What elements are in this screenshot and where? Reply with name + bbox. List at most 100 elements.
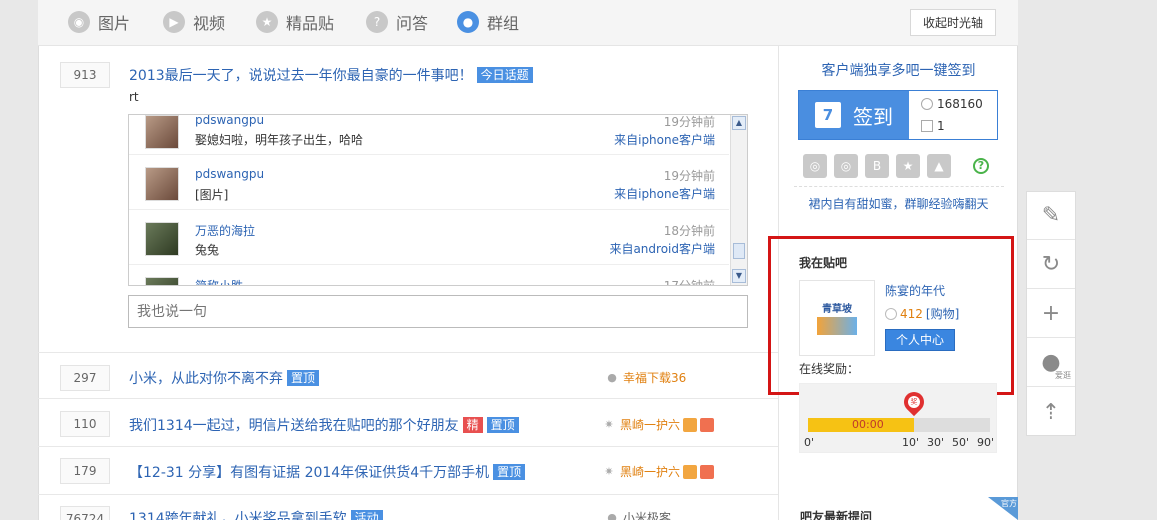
nav-featured[interactable]: ★ 精品贴 xyxy=(256,9,334,35)
nav-videos[interactable]: ▶ 视频 xyxy=(163,9,225,35)
corner-text: 官方 xyxy=(1001,499,1017,508)
nav-label: 图片 xyxy=(98,14,131,33)
back-to-top-icon[interactable]: ⇡ xyxy=(1027,388,1075,436)
privilege-icon[interactable]: ◎ xyxy=(803,154,827,178)
floating-toolbar: ✎ ↻ + ● 爱逛 ⇡ xyxy=(1026,191,1076,436)
reply-item: pdswangpu [图片] 19分钟前 来自iphone客户端 xyxy=(129,156,729,210)
member-count-value: 168160 xyxy=(937,97,983,111)
divider xyxy=(38,352,778,353)
privilege-icons: ◎ ◎ B ★ ▲ xyxy=(803,154,958,178)
thread-row[interactable]: 1314跨年献礼，小米奖品拿到手软 活动 xyxy=(129,508,383,520)
topic-tag[interactable]: 今日话题 xyxy=(476,67,533,83)
post-title-text[interactable]: 2013最后一天了，说说过去一年你最自豪的一件事吧！ xyxy=(129,68,473,84)
reply-source[interactable]: 来自android客户端 xyxy=(609,240,715,257)
reply-source[interactable]: 来自iphone客户端 xyxy=(614,131,715,148)
privilege-icon[interactable]: B xyxy=(865,154,889,178)
reply-input[interactable] xyxy=(128,295,748,328)
thread-title[interactable]: 【12-31 分享】有图有证据 2014年保证供货4千万部手机 xyxy=(129,465,489,481)
nav-pictures[interactable]: ◉ 图片 xyxy=(68,9,130,35)
user-tool-label: 爱逛 xyxy=(1055,371,1071,380)
user-name[interactable]: 陈宴的年代 xyxy=(885,282,945,299)
reply-source[interactable]: 来自iphone客户端 xyxy=(614,185,715,202)
reply-time: 19分钟前 xyxy=(663,115,715,129)
thread-author[interactable]: ✷ 黑崎一护六 xyxy=(602,463,715,480)
author-name[interactable]: 小米极客 xyxy=(623,509,671,520)
forum-logo[interactable]: 青草坡 xyxy=(799,280,875,356)
thread-author[interactable]: ✷ 黑崎一护六 xyxy=(602,416,715,433)
author-name[interactable]: 黑崎一护六 xyxy=(620,416,680,433)
camera-icon: ◉ xyxy=(68,11,90,33)
signin-button[interactable]: 7 签到 xyxy=(799,91,909,139)
user-avatar[interactable] xyxy=(145,115,179,149)
refresh-icon[interactable]: ↻ xyxy=(1027,241,1075,289)
signin-panel: 7 签到 168160 1 xyxy=(798,90,998,140)
group-chat-link[interactable]: 裙内自有甜如蜜，群聊经验嗨翻天 xyxy=(779,195,1018,212)
nav-qa[interactable]: ? 问答 xyxy=(366,9,428,35)
user-level: 412 [购物] xyxy=(885,305,959,322)
plus-icon[interactable]: + xyxy=(1027,290,1075,338)
level-title[interactable]: [购物] xyxy=(926,305,959,322)
reply-scrollbar[interactable]: ▲ ▼ xyxy=(730,115,747,285)
user-avatar[interactable] xyxy=(145,167,179,201)
thread-row[interactable]: 我们1314一起过，明信片送给我在贴吧的那个好朋友精置顶 xyxy=(129,415,519,435)
nav-label: 问答 xyxy=(396,14,429,33)
privilege-icon[interactable]: ▲ xyxy=(927,154,951,178)
reply-list[interactable]: pdswangpu 娶媳妇啦，明年孩子出生，哈哈 19分钟前 来自iphone客… xyxy=(128,114,748,286)
reply-user[interactable]: 万恶的海拉 xyxy=(195,222,255,239)
logo-text: 青草坡 xyxy=(822,303,852,315)
reward-progress: 00:00 xyxy=(808,418,990,432)
user-icon[interactable]: ● 爱逛 xyxy=(1027,339,1075,387)
nav-label: 群组 xyxy=(487,14,520,33)
thread-author[interactable]: ● 幸福下载36 xyxy=(605,369,686,386)
reply-user[interactable]: pdswangpu xyxy=(195,115,264,127)
thread-title[interactable]: 1314跨年献礼，小米奖品拿到手软 xyxy=(129,511,347,520)
video-icon: ▶ xyxy=(163,11,185,33)
user-center-button[interactable]: 个人中心 xyxy=(885,329,955,351)
reply-user[interactable]: pdswangpu xyxy=(195,167,264,181)
user-avatar[interactable] xyxy=(145,222,179,256)
author-name[interactable]: 幸福下载36 xyxy=(623,369,686,386)
reply-user[interactable]: 简称小胜 xyxy=(195,277,243,285)
reply-time: 18分钟前 xyxy=(663,224,715,238)
collapse-timeline-button[interactable]: 收起时光轴 xyxy=(910,9,996,36)
scroll-up-icon[interactable]: ▲ xyxy=(732,116,746,130)
client-promo-link[interactable]: 客户端独享多吧一键签到 xyxy=(779,60,1018,80)
pin-center: 奖 xyxy=(908,396,920,408)
privilege-icon[interactable]: ◎ xyxy=(834,154,858,178)
good-tag: 精 xyxy=(462,417,483,433)
thread-title[interactable]: 我们1314一起过，明信片送给我在贴吧的那个好朋友 xyxy=(129,418,459,434)
star-icon: ★ xyxy=(256,11,278,33)
timeline-nav: ◉ 图片 ▶ 视频 ★ 精品贴 ? 问答 ● 群组 xyxy=(38,0,1018,46)
nav-label: 视频 xyxy=(193,14,226,33)
user-icon: ● xyxy=(607,510,617,520)
nav-groups[interactable]: ● 群组 xyxy=(457,9,519,35)
post-abstract: rt xyxy=(129,90,139,104)
thread-row[interactable]: 小米，从此对你不离不弃 置顶 xyxy=(129,368,320,388)
reply-count: 179 xyxy=(60,458,110,484)
star-badge-icon: ✷ xyxy=(604,464,614,478)
chat-icon: ● xyxy=(457,11,479,33)
nav-label: 精品贴 xyxy=(286,14,335,33)
featured-post[interactable]: 2013最后一天了，说说过去一年你最自豪的一件事吧！ 今日话题 xyxy=(129,65,533,85)
rank-value: 1 xyxy=(937,119,945,133)
author-name[interactable]: 黑崎一护六 xyxy=(620,463,680,480)
reply-time: 17分钟前 xyxy=(663,279,715,286)
vip-badge-icon xyxy=(700,464,715,479)
signin-label: 签到 xyxy=(853,104,893,129)
thread-row[interactable]: 【12-31 分享】有图有证据 2014年保证供货4千万部手机 置顶 xyxy=(129,462,526,482)
reply-count: 76724 xyxy=(60,506,110,520)
thread-author[interactable]: ● 小米极客 xyxy=(605,509,671,520)
scroll-thumb[interactable] xyxy=(733,243,745,259)
progress-mark: 30' xyxy=(927,436,945,449)
privilege-icon[interactable]: ★ xyxy=(896,154,920,178)
user-avatar[interactable] xyxy=(145,277,179,285)
reward-timer: 00:00 xyxy=(852,418,884,431)
edit-icon[interactable]: ✎ xyxy=(1027,192,1075,240)
thread-title[interactable]: 小米，从此对你不离不弃 xyxy=(129,371,283,387)
scroll-down-icon[interactable]: ▼ xyxy=(732,269,746,283)
divider xyxy=(38,398,778,399)
pinned-tag: 置顶 xyxy=(486,417,519,433)
hot-questions-title: 吧友最新提问 xyxy=(800,510,873,520)
help-icon[interactable]: ? xyxy=(973,158,989,174)
reply-text: [图片] xyxy=(195,188,229,202)
